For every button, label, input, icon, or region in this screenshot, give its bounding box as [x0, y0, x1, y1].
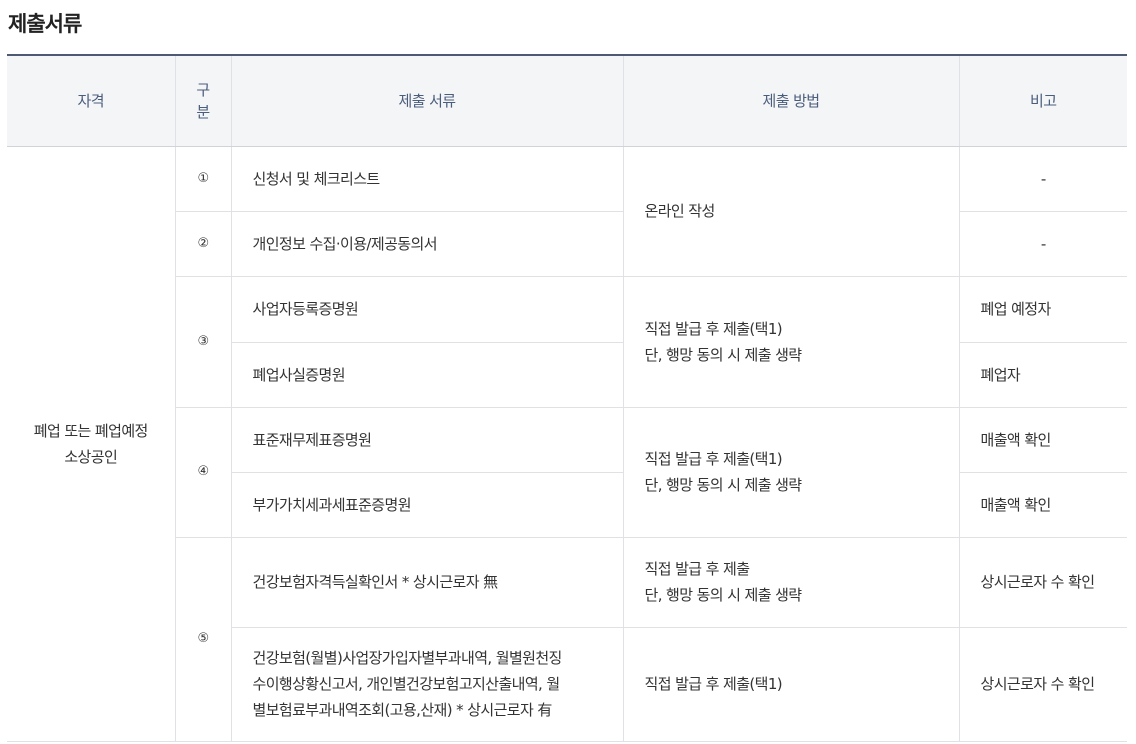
- method-line: 직접 발급 후 제출(택1): [644, 450, 783, 468]
- group-number: ④: [174, 407, 231, 538]
- method-cell: 직접 발급 후 제출(택1): [622, 627, 959, 742]
- table-row: ② 개인정보 수집·이용/제공동의서 -: [7, 211, 1127, 277]
- page: 제출서류 자격 구 분 제출 서류 제출 방법 비고 폐업 또는 폐업예정 소상…: [0, 0, 1136, 744]
- header-gubun: 구 분: [174, 54, 231, 147]
- method-cell: 직접 발급 후 제출 단, 행망 동의 시 제출 생략: [622, 537, 959, 628]
- header-documents: 제출 서류: [230, 54, 623, 147]
- method-line: 단, 행망 동의 시 제출 생략: [644, 476, 803, 494]
- table-row: ⑤ 건강보험자격득실확인서 * 상시근로자 無 직접 발급 후 제출 단, 행망…: [7, 537, 1127, 742]
- header-method: 제출 방법: [622, 54, 959, 147]
- qualification-cell: 폐업 또는 폐업예정 소상공인: [7, 146, 175, 742]
- group-number: ②: [174, 211, 231, 277]
- method-cell: 직접 발급 후 제출(택1) 단, 행망 동의 시 제출 생략: [622, 276, 959, 408]
- remark-cell: -: [958, 146, 1127, 212]
- method-line: 단, 행망 동의 시 제출 생략: [644, 586, 803, 604]
- table-header-row: 자격 구 분 제출 서류 제출 방법 비고: [7, 54, 1127, 147]
- header-remarks: 비고: [958, 54, 1127, 147]
- group-number: ⑤: [174, 537, 231, 742]
- header-gubun-line2: 분: [196, 102, 210, 121]
- table-row: 폐업 또는 폐업예정 소상공인 ① 신청서 및 체크리스트 온라인 작성 -: [7, 146, 1127, 742]
- remark-cell: 폐업자: [958, 342, 1127, 408]
- documents-table: 자격 구 분 제출 서류 제출 방법 비고 폐업 또는 폐업예정 소상공인 ① …: [7, 54, 1127, 742]
- document-line: 수이행상황신고서, 개인별건강보험고지산출내역, 월: [252, 675, 561, 693]
- header-gubun-line1: 구: [196, 80, 210, 99]
- remark-cell: 상시근로자 수 확인: [958, 627, 1127, 742]
- document-line: 건강보험(월별)사업장가입자별부과내역, 월별원천징: [252, 649, 563, 667]
- table-row: ④ 표준재무제표증명원 직접 발급 후 제출(택1) 단, 행망 동의 시 제출…: [7, 407, 1127, 538]
- remark-cell: 매출액 확인: [958, 472, 1127, 538]
- method-line: 단, 행망 동의 시 제출 생략: [644, 345, 803, 364]
- document-name: 개인정보 수집·이용/제공동의서: [230, 211, 623, 277]
- group-number: ③: [174, 276, 231, 408]
- page-title: 제출서류: [8, 12, 82, 36]
- remark-cell: -: [958, 211, 1127, 277]
- method-line: 직접 발급 후 제출(택1): [644, 319, 783, 338]
- document-name: 건강보험(월별)사업장가입자별부과내역, 월별원천징 수이행상황신고서, 개인별…: [230, 627, 623, 742]
- document-name: 폐업사실증명원: [230, 342, 623, 408]
- table-row: ③ 사업자등록증명원 직접 발급 후 제출(택1) 단, 행망 동의 시 제출 …: [7, 276, 1127, 408]
- document-name: 표준재무제표증명원: [230, 407, 623, 473]
- method-cell: 온라인 작성: [622, 146, 959, 277]
- method-line: 직접 발급 후 제출: [644, 560, 751, 578]
- document-name: 부가가치세과세표준증명원: [230, 472, 623, 538]
- method-cell: 직접 발급 후 제출(택1) 단, 행망 동의 시 제출 생략: [622, 407, 959, 538]
- header-qualification: 자격: [7, 54, 175, 147]
- qualification-line1: 폐업 또는 폐업예정: [33, 421, 149, 440]
- document-line: 별보험료부과내역조회(고용,산재) * 상시근로자 有: [252, 701, 553, 719]
- document-name: 신청서 및 체크리스트: [230, 146, 623, 212]
- remark-cell: 매출액 확인: [958, 407, 1127, 473]
- remark-cell: 상시근로자 수 확인: [958, 537, 1127, 628]
- qualification-line2: 소상공인: [64, 447, 118, 466]
- document-name: 건강보험자격득실확인서 * 상시근로자 無: [230, 537, 623, 628]
- remark-cell: 폐업 예정자: [958, 276, 1127, 343]
- document-name: 사업자등록증명원: [230, 276, 623, 343]
- group-number: ①: [174, 146, 231, 212]
